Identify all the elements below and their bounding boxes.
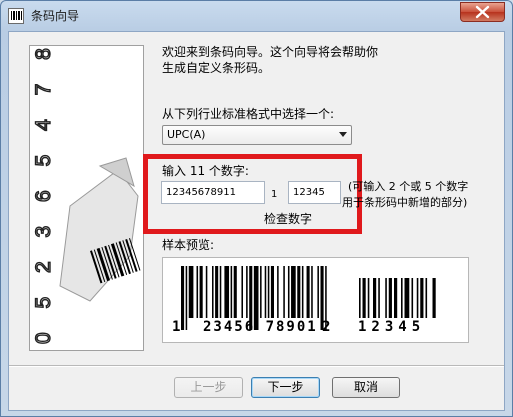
intro-line-1: 欢迎来到条码向导。这个向导将会帮助你 [162, 45, 379, 59]
barcode-addon-bar [378, 278, 380, 318]
addon-hint-line-2: 用于条形码中新增的部分) [342, 196, 468, 209]
wizard-page: 0 5 2 3 6 5 4 7 8 9 6 9 0 欢迎来到条码向导。这个向导将… [8, 31, 505, 411]
barcode-bar [224, 266, 230, 318]
barcode-addon-bar [420, 278, 424, 318]
barcode-addon-bar [404, 278, 410, 318]
close-icon [475, 5, 490, 19]
barcode-bar [205, 266, 208, 318]
next-button[interactable]: 下一步 [251, 377, 320, 398]
barcode-bar [185, 266, 188, 330]
barcode-bar [267, 266, 270, 318]
digits-label: 输入 11 个数字: [162, 164, 249, 178]
barcode-bar [260, 266, 262, 318]
barcode-addon-bar [373, 278, 377, 318]
preview-label: 样本预览: [162, 238, 215, 252]
barcode-addon-bar [411, 278, 414, 318]
barcode-bar [181, 266, 185, 330]
button-divider [9, 365, 504, 367]
barcode-app-icon [8, 8, 24, 24]
window-title: 条码向导 [31, 9, 80, 23]
barcode-addon-bar [401, 278, 403, 318]
format-label: 从下列行业标准格式中选择一个: [162, 107, 335, 121]
check-digit-label: 检查数字 [264, 212, 313, 226]
cancel-button[interactable]: 取消 [332, 377, 400, 398]
barcode-preview-graphic: 1 23456 78901 2 12345 [172, 266, 436, 335]
format-select-value: UPC(A) [167, 128, 206, 141]
barcode-bar [215, 266, 219, 318]
barcode-bar [287, 266, 290, 318]
barcode-number-check: 2 [322, 319, 330, 335]
barcode-bar [241, 266, 243, 318]
addon-hint-line-1: (可输入 2 个或 5 个数字 [348, 180, 469, 193]
barcode-bar [196, 266, 199, 318]
barcode-bar [199, 266, 203, 318]
barcode-bar [270, 266, 274, 318]
barcode-addon-bar [388, 278, 392, 318]
format-select[interactable]: UPC(A) [162, 125, 352, 145]
barcode-number-addon: 12345 [358, 319, 425, 335]
side-barcode-illustration: 0 5 2 3 6 5 4 7 8 9 6 9 0 [29, 45, 144, 351]
barcode-addon-bar [359, 278, 361, 318]
digits-separator: 1 [271, 189, 278, 200]
barcode-addon-bar [385, 278, 387, 318]
barcode-illustration-graphic: 0 5 2 3 6 5 4 7 8 9 6 9 0 [31, 46, 141, 345]
barcode-addon-bar [432, 278, 436, 318]
barcode-number-left: 1 [172, 319, 180, 335]
barcode-addon-bar [394, 278, 398, 318]
barcode-bar [297, 266, 301, 318]
barcode-bar [230, 266, 233, 318]
barcode-bar [283, 266, 285, 318]
barcode-bar [306, 266, 310, 318]
barcode-bar [311, 266, 313, 318]
close-button[interactable] [460, 2, 505, 22]
barcode-bar [233, 266, 237, 318]
barcode-bar [188, 266, 194, 318]
back-button[interactable]: 上一步 [174, 377, 243, 398]
title-bar[interactable]: 条码向导 [1, 1, 512, 31]
chevron-down-icon [339, 132, 347, 137]
barcode-bar [277, 266, 279, 318]
main-digits-input[interactable]: 12345678911 [161, 181, 265, 204]
intro-line-2: 生成自定义条形码。 [162, 61, 271, 75]
barcode-preview: 1 23456 78901 2 12345 [162, 257, 469, 343]
barcode-number-main: 23456 78901 [203, 319, 318, 335]
barcode-addon-bar [416, 278, 419, 318]
barcode-bar [301, 266, 304, 318]
barcode-bar [246, 266, 248, 318]
side-barcode-digits: 0 5 2 3 6 5 4 7 8 9 6 9 0 [32, 46, 55, 344]
barcode-addon-bar [362, 278, 366, 318]
addon-digits-input[interactable]: 12345 [288, 181, 341, 204]
barcode-bar [212, 266, 214, 318]
barcode-bar [317, 266, 319, 318]
barcode-addon-bar [425, 278, 428, 318]
barcode-wizard-window: 条码向导 0 5 2 3 6 5 4 7 8 9 6 9 0 欢迎来到条码向导。… [0, 0, 513, 417]
barcode-bar [264, 266, 267, 318]
barcode-addon-bar [367, 278, 370, 318]
barcode-bar [219, 266, 222, 318]
barcode-bar [291, 266, 296, 318]
